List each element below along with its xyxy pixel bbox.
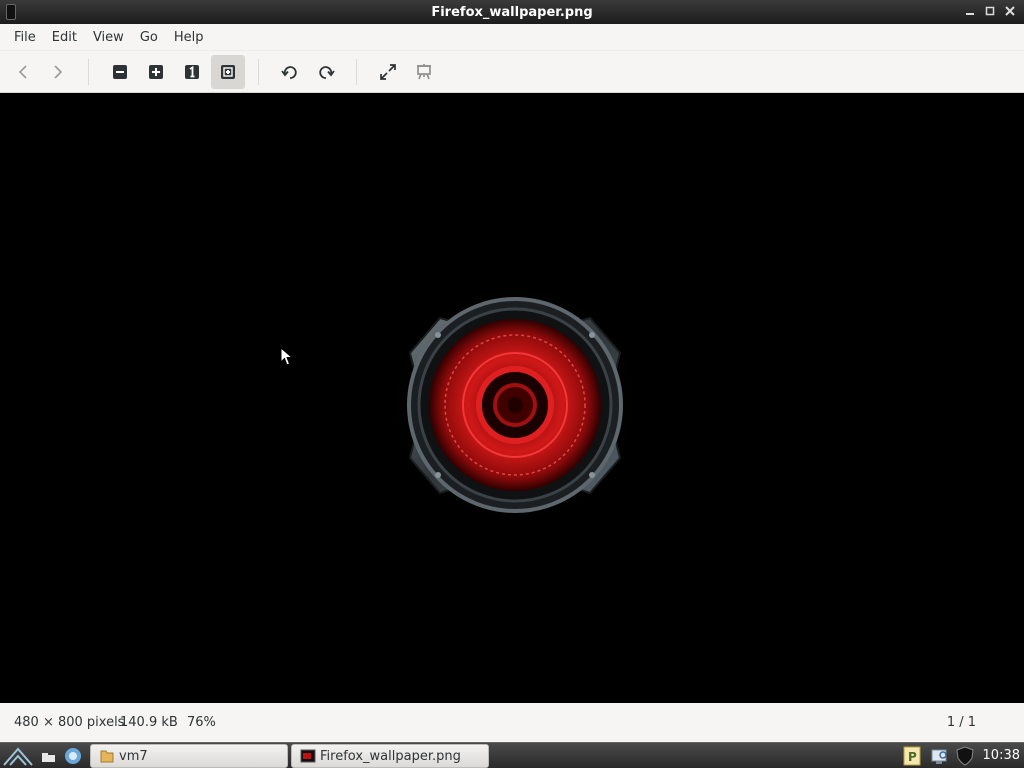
rotate-left-button[interactable] [273, 55, 307, 89]
menu-view[interactable]: View [87, 24, 130, 51]
taskbar-task-vm7[interactable]: vm7 [90, 744, 288, 768]
fullscreen-button[interactable] [371, 55, 405, 89]
mouse-pointer-icon [280, 347, 294, 366]
chevron-left-icon [18, 65, 27, 79]
page-indicator: 1 / 1 [946, 715, 976, 730]
rotate-ccw-icon [281, 66, 297, 79]
taskbar-task-label: vm7 [119, 748, 148, 764]
zoom-level: 76% [187, 715, 216, 730]
window-titlebar[interactable]: Firefox_wallpaper.png [0, 0, 1024, 24]
show-desktop-icon[interactable] [40, 747, 58, 765]
menu-edit[interactable]: Edit [46, 24, 83, 51]
zoom-fit-button[interactable] [211, 55, 245, 89]
zoom-in-icon [149, 65, 163, 79]
one-to-one-icon [185, 65, 199, 79]
window-title: Firefox_wallpaper.png [431, 4, 593, 20]
chevron-right-icon [54, 65, 63, 79]
start-menu-icon[interactable] [2, 745, 34, 767]
easel-icon [417, 64, 431, 80]
browser-icon[interactable] [64, 747, 82, 765]
rotate-cw-icon [319, 66, 335, 79]
zoom-out-button[interactable] [103, 55, 137, 89]
menu-file[interactable]: File [8, 24, 42, 51]
file-size: 140.9 kB [120, 715, 178, 730]
fit-window-icon [221, 65, 235, 79]
previous-button[interactable] [6, 55, 40, 89]
taskbar: vm7 Firefox_wallpaper.png P 10:38 [0, 742, 1024, 768]
clock: 10:38 [982, 748, 1020, 763]
taskbar-task-label: Firefox_wallpaper.png [320, 748, 461, 764]
network-icon[interactable] [930, 746, 950, 766]
window-controls [962, 3, 1018, 19]
shield-icon[interactable] [955, 746, 975, 766]
minimize-icon[interactable] [962, 3, 978, 19]
expand-icon [380, 64, 396, 80]
image-dimensions: 480 × 800 pixels [14, 715, 125, 730]
taskbar-task-image[interactable]: Firefox_wallpaper.png [291, 744, 489, 768]
zoom-out-icon [113, 65, 127, 79]
menubar: File Edit View Go Help [0, 24, 1024, 51]
statusbar: 480 × 800 pixels 140.9 kB 76% 1 / 1 [0, 703, 1024, 742]
app-icon [6, 4, 16, 20]
menu-go[interactable]: Go [134, 24, 164, 51]
close-icon[interactable] [1002, 3, 1018, 19]
displayed-image [370, 263, 660, 543]
svg-text:P: P [908, 750, 917, 764]
maximize-icon[interactable] [982, 3, 998, 19]
zoom-original-button[interactable] [175, 55, 209, 89]
next-button[interactable] [41, 55, 75, 89]
rotate-right-button[interactable] [309, 55, 343, 89]
toolbar-separator [88, 59, 89, 85]
toolbar-separator [258, 59, 259, 85]
image-icon [300, 749, 316, 763]
slideshow-button[interactable] [407, 55, 441, 89]
zoom-in-button[interactable] [139, 55, 173, 89]
image-viewport[interactable] [0, 93, 1024, 703]
toolbar-separator [356, 59, 357, 85]
folder-icon [100, 750, 114, 763]
clipboard-icon[interactable]: P [902, 746, 922, 766]
toolbar [0, 51, 1024, 93]
menu-help[interactable]: Help [168, 24, 210, 51]
